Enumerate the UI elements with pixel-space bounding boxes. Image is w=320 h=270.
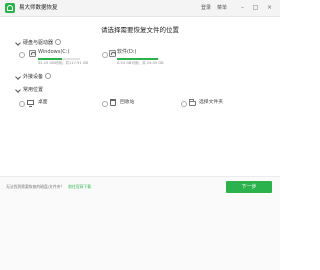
title-bar: 易大师数据恢复 登录 菜单 – □ × (0, 0, 280, 17)
page-title: 请选择需要恢复文件的位置 (101, 26, 179, 34)
footer-hint: 无法找到需要恢复的磁盘/文件夹？ (6, 184, 65, 189)
drive-d-usage-fill (117, 58, 159, 60)
section-external-label: 外接设备 (23, 74, 44, 80)
website-download-link[interactable]: 前往官网下载 (68, 184, 91, 189)
minimize-icon[interactable]: – (238, 3, 247, 13)
drive-c-size: 52.25 GB可用，共117.91 GB (38, 61, 89, 65)
location-recycle-bin-label: 回收站 (120, 100, 135, 105)
recycle-bin-radio[interactable] (102, 101, 108, 107)
section-common-label: 常用位置 (23, 87, 44, 93)
drive-c-usage-bar (38, 58, 80, 60)
locked-drive-icon (109, 50, 116, 57)
drive-d-size: 0.54 GB可用，共 24.55 GB (117, 61, 164, 65)
folder-radio[interactable] (181, 101, 187, 107)
chevron-down-icon (15, 40, 21, 46)
login-menu[interactable]: 登录 (201, 3, 211, 13)
folder-icon (189, 99, 196, 106)
desktop-icon (27, 100, 34, 107)
drive-d-radio[interactable] (102, 52, 108, 58)
chevron-down-icon (15, 87, 21, 93)
drive-c-name: Windows(C:) (38, 49, 70, 55)
drive-c-usage-fill (38, 58, 62, 60)
chevron-down-icon (15, 74, 21, 80)
app-title: 易大师数据恢复 (19, 5, 58, 11)
location-desktop-label: 桌面 (38, 100, 48, 105)
maximize-icon[interactable]: □ (251, 3, 260, 13)
footer: 无法找到需要恢复的磁盘/文件夹？ 前往官网下载 下一步 (0, 177, 280, 270)
help-icon[interactable] (45, 72, 52, 79)
locked-drive-icon (29, 50, 36, 57)
section-drives-label: 硬盘与驱动器 (23, 40, 54, 46)
main-menu[interactable]: 菜单 (217, 3, 227, 13)
next-button[interactable]: 下一步 (226, 181, 272, 193)
app-logo-icon (5, 3, 15, 13)
help-icon[interactable] (55, 38, 62, 45)
drive-c-radio[interactable] (19, 52, 25, 58)
desktop-radio[interactable] (19, 101, 25, 107)
close-icon[interactable]: × (265, 3, 274, 13)
location-folder-label: 选择文件夹 (199, 100, 223, 105)
recycle-bin-icon (110, 99, 116, 106)
drive-d-usage-bar (117, 58, 159, 60)
drive-d-name: 软件(D:) (117, 49, 137, 55)
